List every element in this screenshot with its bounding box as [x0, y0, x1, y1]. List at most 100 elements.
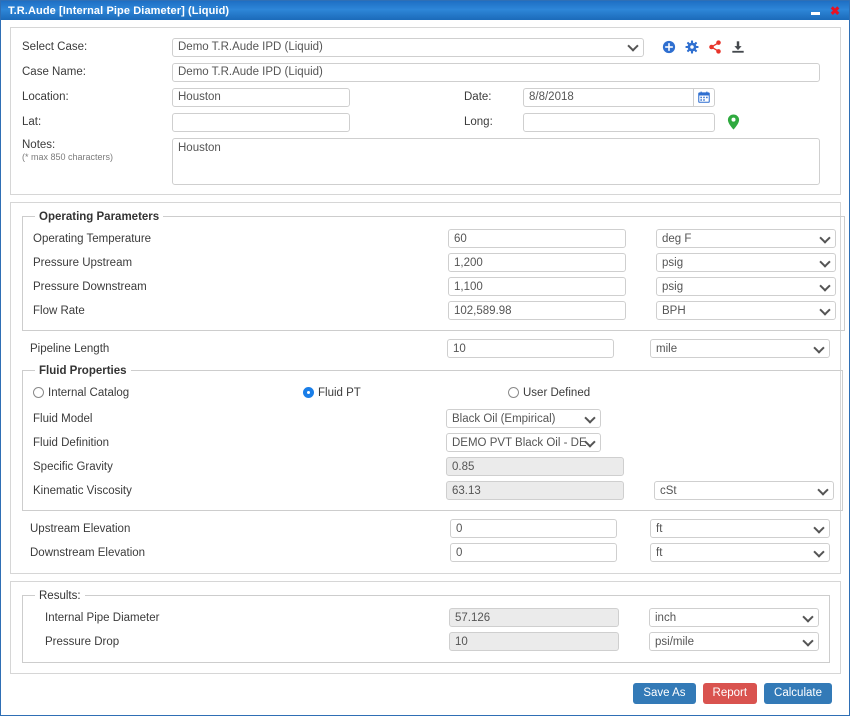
application-window: T.R.Aude [Internal Pipe Diameter] (Liqui…: [0, 0, 850, 716]
pipeline-length-row: Pipeline Length mile: [22, 337, 830, 361]
fluid-definition-dropdown[interactable]: DEMO PVT Black Oil - DEMO: [446, 433, 601, 453]
operating-temperature-label: Operating Temperature: [33, 232, 152, 245]
share-icon[interactable]: [708, 40, 722, 54]
internal-pipe-diameter-unit-wrap: inch: [649, 608, 819, 628]
notes-label-text: Notes:: [22, 138, 56, 151]
pressure-downstream-input[interactable]: [448, 277, 626, 296]
case-panel: Select Case: Demo T.R.Aude IPD (Liquid): [10, 27, 841, 195]
flow-rate-unit-wrap: BPH: [656, 301, 836, 321]
radio-internal-catalog-dot: [33, 387, 44, 398]
upstream-elevation-row: Upstream Elevation ft: [22, 517, 830, 541]
fluid-source-radio-group: Internal Catalog Fluid PT User Defined: [33, 382, 834, 404]
notes-row: Notes: (* max 850 characters) Houston: [22, 137, 830, 185]
window-title: T.R.Aude [Internal Pipe Diameter] (Liqui…: [8, 4, 230, 17]
fluid-model-label: Fluid Model: [33, 412, 93, 425]
operating-row: Operating Temperature deg F: [33, 227, 836, 251]
results-legend: Results:: [39, 589, 81, 602]
notes-textarea[interactable]: Houston: [172, 137, 820, 185]
notes-sublabel: (* max 850 characters): [22, 151, 114, 162]
results-row: Pressure Drop psi/mile: [33, 630, 821, 654]
operating-temperature-input[interactable]: [448, 229, 626, 248]
long-input[interactable]: [523, 112, 715, 132]
add-circle-icon[interactable]: [662, 40, 676, 54]
pressure-upstream-unit-wrap: psig: [656, 253, 836, 273]
pressure-upstream-unit-dropdown[interactable]: psig: [656, 253, 836, 273]
flow-rate-unit-dropdown[interactable]: BPH: [656, 301, 836, 321]
download-icon[interactable]: [731, 40, 745, 54]
case-name-label: Case Name:: [22, 66, 86, 78]
form-body: Select Case: Demo T.R.Aude IPD (Liquid): [1, 20, 849, 715]
kinematic-viscosity-unit-wrap: cSt: [654, 481, 834, 501]
results-group: Results: Internal Pipe Diameter inch Pre…: [22, 589, 830, 663]
radio-fluid-pt-label: Fluid PT: [318, 386, 361, 399]
fluid-definition-row: Fluid Definition DEMO PVT Black Oil - DE…: [33, 431, 834, 455]
select-case-dropdown[interactable]: Demo T.R.Aude IPD (Liquid): [172, 37, 644, 57]
internal-pipe-diameter-unit-dropdown[interactable]: inch: [649, 608, 819, 628]
internal-pipe-diameter-label: Internal Pipe Diameter: [45, 611, 160, 624]
results-row: Internal Pipe Diameter inch: [33, 606, 821, 630]
date-picker-button[interactable]: [693, 87, 715, 107]
radio-internal-catalog[interactable]: Internal Catalog: [33, 387, 303, 399]
radio-user-defined[interactable]: User Defined: [508, 387, 590, 399]
action-button-bar: Save As Report Calculate: [10, 674, 841, 704]
lat-long-row: Lat: Long:: [22, 112, 830, 132]
downstream-elevation-input[interactable]: [450, 543, 617, 562]
upstream-elevation-label: Upstream Elevation: [30, 522, 131, 535]
select-case-label: Select Case:: [22, 40, 88, 53]
select-case-row: Select Case: Demo T.R.Aude IPD (Liquid): [22, 37, 830, 57]
date-input[interactable]: [523, 87, 693, 107]
operating-row: Pressure Upstream psig: [33, 251, 836, 275]
pressure-downstream-unit-wrap: psig: [656, 277, 836, 297]
fluid-definition-label: Fluid Definition: [33, 436, 110, 449]
select-case-dropdown-wrap: Demo T.R.Aude IPD (Liquid): [172, 37, 644, 57]
pressure-drop-unit-dropdown[interactable]: psi/mile: [649, 632, 819, 652]
case-name-input[interactable]: [172, 62, 820, 82]
pressure-upstream-input[interactable]: [448, 253, 626, 272]
fluid-model-row: Fluid Model Black Oil (Empirical): [33, 407, 834, 431]
operating-row: Flow Rate BPH: [33, 299, 836, 323]
fluid-properties-group: Fluid Properties Internal Catalog Fluid …: [22, 364, 843, 511]
pressure-downstream-unit-dropdown[interactable]: psig: [656, 277, 836, 297]
pressure-downstream-label: Pressure Downstream: [33, 280, 147, 293]
gear-icon[interactable]: [685, 40, 699, 54]
upstream-elevation-unit-wrap: ft: [650, 519, 830, 539]
map-pin-icon: [727, 114, 740, 130]
downstream-elevation-label: Downstream Elevation: [30, 546, 146, 559]
lat-input[interactable]: [172, 112, 350, 132]
location-label: Location:: [22, 91, 69, 103]
minimize-button[interactable]: [805, 2, 825, 19]
radio-user-defined-dot: [508, 387, 519, 398]
internal-pipe-diameter-output: [449, 608, 619, 627]
title-bar: T.R.Aude [Internal Pipe Diameter] (Liqui…: [1, 1, 849, 20]
calculate-button[interactable]: Calculate: [764, 682, 832, 704]
pipeline-length-unit-wrap: mile: [650, 339, 830, 359]
case-name-row: Case Name:: [22, 62, 830, 82]
date-label: Date:: [464, 91, 492, 103]
lat-label: Lat:: [22, 116, 42, 128]
report-button[interactable]: Report: [702, 682, 758, 704]
kinematic-viscosity-unit-dropdown[interactable]: cSt: [654, 481, 834, 501]
notes-label: Notes: (* max 850 characters): [22, 138, 172, 162]
results-panel: Results: Internal Pipe Diameter inch Pre…: [10, 580, 841, 674]
radio-fluid-pt-dot: [303, 387, 314, 398]
operating-row: Pressure Downstream psig: [33, 275, 836, 299]
upstream-elevation-unit-dropdown[interactable]: ft: [650, 519, 830, 539]
pipeline-length-input[interactable]: [447, 339, 614, 358]
downstream-elevation-unit-dropdown[interactable]: ft: [650, 543, 830, 563]
upstream-elevation-input[interactable]: [450, 519, 617, 538]
operating-temperature-unit-dropdown[interactable]: deg F: [656, 229, 836, 249]
fluid-definition-dropdown-wrap: DEMO PVT Black Oil - DEMO: [446, 433, 601, 453]
location-input[interactable]: [172, 87, 350, 107]
map-pin-button[interactable]: [727, 114, 740, 130]
operating-parameters-group: Operating Parameters Operating Temperatu…: [22, 210, 845, 331]
save-as-button[interactable]: Save As: [633, 682, 696, 704]
fluid-model-dropdown[interactable]: Black Oil (Empirical): [446, 409, 601, 429]
close-button[interactable]: ✖: [825, 2, 845, 19]
operating-parameters-legend: Operating Parameters: [39, 210, 160, 223]
radio-user-defined-label: User Defined: [523, 386, 591, 399]
pipeline-length-unit-dropdown[interactable]: mile: [650, 339, 830, 359]
downstream-elevation-row: Downstream Elevation ft: [22, 541, 830, 565]
flow-rate-input[interactable]: [448, 301, 626, 320]
kinematic-viscosity-row: Kinematic Viscosity cSt: [33, 479, 834, 503]
radio-fluid-pt[interactable]: Fluid PT: [303, 387, 508, 399]
